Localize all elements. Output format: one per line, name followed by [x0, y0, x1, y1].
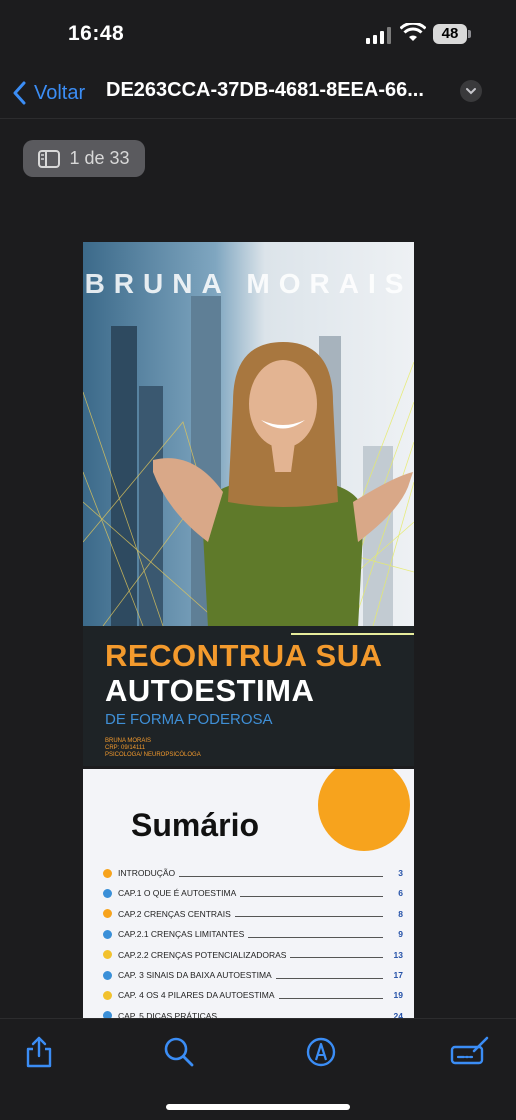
- cover-divider: [291, 633, 414, 635]
- pdf-page-cover[interactable]: BRUNA MORAIS RECONTRUA SUA AUTOESTIMA DE…: [83, 242, 414, 766]
- author-portrait-image: [153, 342, 413, 628]
- leader-line: [278, 997, 383, 999]
- share-icon[interactable]: [22, 1035, 56, 1069]
- home-indicator[interactable]: [166, 1104, 350, 1110]
- summary-title: Sumário: [131, 807, 260, 843]
- document-title[interactable]: DE263CCA-37DB-4681-8EEA-66...: [106, 79, 451, 102]
- cover-headline-line2: AUTOESTIMA: [105, 673, 315, 708]
- summary-item-label: CAP.2.1 CRENÇAS LIMITANTES: [118, 929, 245, 940]
- leader-line: [179, 875, 383, 877]
- status-bar: 16:48 48: [0, 0, 516, 70]
- summary-item-page: 17: [393, 970, 403, 980]
- summary-item-page: 9: [398, 929, 403, 940]
- navigation-bar: Voltar DE263CCA-37DB-4681-8EEA-66...: [0, 70, 516, 119]
- cover-meta-name: BRUNA MORAIS: [105, 738, 152, 744]
- back-button[interactable]: Voltar: [12, 78, 85, 108]
- cover-meta-crp: CRP: 09/14111: [105, 745, 146, 751]
- summary-list-item[interactable]: CAP.2 CRENÇAS CENTRAIS 8: [103, 907, 403, 921]
- search-icon[interactable]: [162, 1035, 196, 1069]
- battery-cap: [468, 30, 471, 38]
- summary-item-page: 6: [398, 888, 403, 899]
- bullet-dot-icon: [103, 970, 112, 980]
- summary-list-item[interactable]: CAP.1 O QUE É AUTOESTIMA 6: [103, 886, 403, 900]
- page-indicator[interactable]: 1 de 33: [23, 140, 145, 177]
- summary-item-page: 8: [398, 908, 403, 919]
- page-indicator-label: 1 de 33: [69, 148, 130, 168]
- summary-item-label: CAP.2.2 CRENÇAS POTENCIALIZADORAS: [118, 949, 287, 960]
- summary-item-page: 3: [398, 868, 403, 878]
- summary-item-label: CAP. 3 SINAIS DA BAIXA AUTOESTIMA: [118, 970, 272, 980]
- summary-list-item[interactable]: INTRODUÇÃO 3: [103, 866, 403, 880]
- summary-item-label: CAP. 4 OS 4 PILARES DA AUTOESTIMA: [118, 990, 275, 1001]
- bullet-dot-icon: [103, 888, 112, 898]
- summary-list-item[interactable]: CAP. 4 OS 4 PILARES DA AUTOESTIMA 19: [103, 988, 403, 1002]
- signature-icon[interactable]: [450, 1035, 490, 1069]
- leader-line: [290, 957, 383, 959]
- pdf-page-summary[interactable]: Sumário INTRODUÇÃO 3 CAP.1 O QUE É AUTOEST…: [83, 769, 414, 1024]
- chevron-down-icon: [466, 88, 476, 95]
- bullet-dot-icon: [103, 929, 112, 939]
- cover-subheadline: DE FORMA PODEROSA: [105, 711, 273, 728]
- markup-icon[interactable]: [304, 1035, 338, 1069]
- leader-line: [275, 977, 383, 979]
- bullet-dot-icon: [103, 909, 112, 919]
- summary-list-item[interactable]: CAP.2.2 CRENÇAS POTENCIALIZADORAS 13: [103, 948, 403, 962]
- status-time: 16:48: [68, 22, 125, 45]
- bullet-dot-icon: [103, 868, 112, 878]
- chevron-left-icon: [13, 81, 26, 105]
- leader-line: [234, 916, 383, 918]
- cover-meta-role: PSICOLOGA/ NEUROPSICÓLOGA: [105, 752, 201, 758]
- battery-icon: 48: [433, 24, 467, 44]
- cover-author-name: BRUNA MORAIS: [84, 268, 413, 299]
- summary-item-label: CAP.2 CRENÇAS CENTRAIS: [118, 908, 231, 919]
- title-menu-button[interactable]: [460, 80, 482, 102]
- sidebar-thumbnails-icon: [38, 149, 61, 168]
- orange-circle-decoration: [318, 769, 410, 851]
- leader-line: [240, 895, 383, 897]
- cover-headline-line1: RECONTRUA SUA: [105, 638, 383, 673]
- summary-item-label: INTRODUÇÃO: [118, 868, 176, 878]
- cellular-signal-icon: [366, 26, 392, 44]
- summary-list-item[interactable]: CAP.2.1 CRENÇAS LIMITANTES 9: [103, 927, 403, 941]
- summary-list-item[interactable]: CAP. 3 SINAIS DA BAIXA AUTOESTIMA 17: [103, 968, 403, 982]
- back-label: Voltar: [34, 81, 86, 104]
- wifi-icon: [400, 23, 426, 41]
- bullet-dot-icon: [103, 990, 112, 1000]
- summary-item-label: CAP.1 O QUE É AUTOESTIMA: [118, 888, 237, 899]
- summary-item-page: 13: [393, 949, 403, 960]
- bullet-dot-icon: [103, 950, 112, 960]
- leader-line: [248, 936, 383, 938]
- summary-item-page: 19: [393, 990, 403, 1001]
